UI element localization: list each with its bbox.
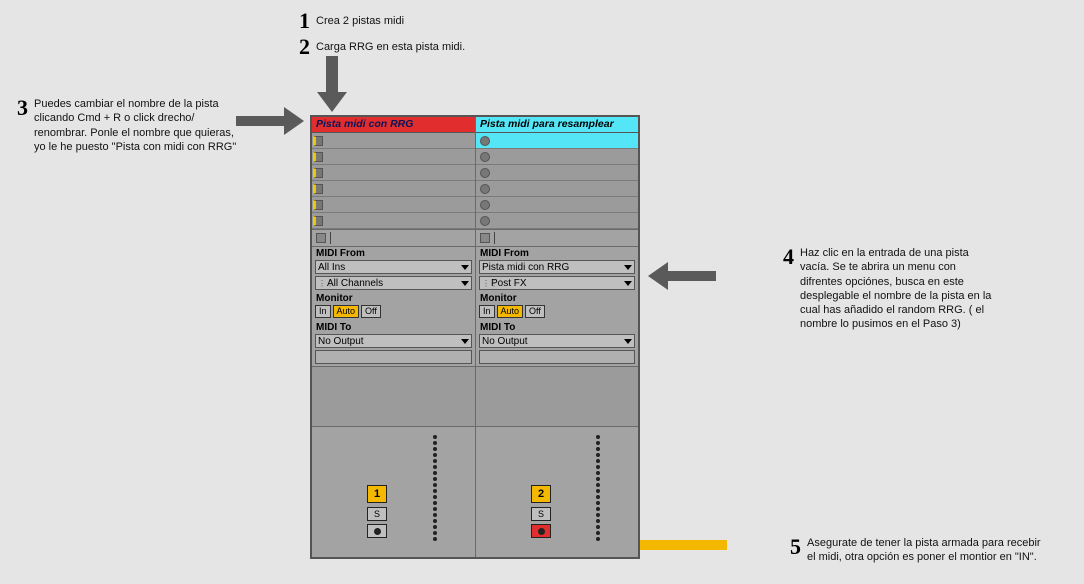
clip-slot[interactable] xyxy=(312,181,475,197)
monitor-label: Monitor xyxy=(312,292,475,305)
arrow-down-icon xyxy=(317,56,347,114)
meter-icon xyxy=(596,435,600,541)
clip-slot[interactable] xyxy=(476,197,638,213)
monitor-in-button[interactable]: In xyxy=(479,305,495,318)
step-5-text: Asegurate de tener la pista armada para … xyxy=(807,536,1050,565)
mixer-section: 2 S xyxy=(476,427,638,557)
row-divider xyxy=(312,229,475,247)
midi-from-channel-select[interactable]: ⋮⋮Post FX xyxy=(479,276,635,290)
step-2-text: Carga RRG en esta pista midi. xyxy=(316,40,465,54)
midi-to-sub-select[interactable] xyxy=(479,350,635,364)
monitor-off-button[interactable]: Off xyxy=(361,305,381,318)
arrow-left-icon xyxy=(646,262,716,290)
step-4-text: Haz clic en la entrada de una pista vací… xyxy=(800,246,993,332)
sends-area xyxy=(312,367,475,427)
clip-slot[interactable] xyxy=(476,133,638,149)
midi-to-select[interactable]: No Output xyxy=(479,334,635,348)
step-4-number: 4 xyxy=(783,246,794,268)
clip-slot[interactable] xyxy=(476,213,638,229)
meter-icon xyxy=(433,435,437,541)
midi-from-select[interactable]: All Ins xyxy=(315,260,472,274)
monitor-label: Monitor xyxy=(476,292,638,305)
step-3-number: 3 xyxy=(17,97,28,119)
mixer-section: 1 S xyxy=(312,427,475,557)
solo-button[interactable]: S xyxy=(367,507,387,521)
midi-from-channel-select[interactable]: ⋮⋮All Channels xyxy=(315,276,472,290)
step-1-text: Crea 2 pistas midi xyxy=(316,14,404,28)
monitor-auto-button[interactable]: Auto xyxy=(497,305,524,318)
monitor-off-button[interactable]: Off xyxy=(525,305,545,318)
midi-from-label: MIDI From xyxy=(476,247,638,260)
step-5-number: 5 xyxy=(790,536,801,558)
track-activator-button[interactable]: 2 xyxy=(531,485,551,503)
track-activator-button[interactable]: 1 xyxy=(367,485,387,503)
track-2: Pista midi para resamplear MIDI From Pis… xyxy=(475,117,638,557)
midi-to-select[interactable]: No Output xyxy=(315,334,472,348)
record-arm-button[interactable] xyxy=(531,524,551,538)
clip-slot[interactable] xyxy=(312,149,475,165)
clip-slot[interactable] xyxy=(476,165,638,181)
step-3-text: Puedes cambiar el nombre de la pista cli… xyxy=(34,97,237,154)
io-section: MIDI From Pista midi con RRG ⋮⋮Post FX M… xyxy=(476,247,638,367)
tracks-panel: Pista midi con RRG MIDI From All Ins ⋮⋮A… xyxy=(310,115,640,559)
midi-from-label: MIDI From xyxy=(312,247,475,260)
track-2-title[interactable]: Pista midi para resamplear xyxy=(476,117,638,133)
monitor-auto-button[interactable]: Auto xyxy=(333,305,360,318)
step-2-number: 2 xyxy=(299,36,310,58)
clip-slot[interactable] xyxy=(312,133,475,149)
step-1-number: 1 xyxy=(299,10,310,32)
record-arm-button[interactable] xyxy=(367,524,387,538)
midi-to-sub-select[interactable] xyxy=(315,350,472,364)
track-1-title[interactable]: Pista midi con RRG xyxy=(312,117,475,133)
midi-from-select[interactable]: Pista midi con RRG xyxy=(479,260,635,274)
clip-slot[interactable] xyxy=(476,181,638,197)
row-divider xyxy=(476,229,638,247)
midi-to-label: MIDI To xyxy=(312,321,475,334)
midi-to-label: MIDI To xyxy=(476,321,638,334)
clip-slot[interactable] xyxy=(312,213,475,229)
monitor-in-button[interactable]: In xyxy=(315,305,331,318)
sends-area xyxy=(476,367,638,427)
solo-button[interactable]: S xyxy=(531,507,551,521)
io-section: MIDI From All Ins ⋮⋮All Channels Monitor… xyxy=(312,247,475,367)
clip-slot[interactable] xyxy=(312,197,475,213)
clip-slot[interactable] xyxy=(476,149,638,165)
arrow-right-icon xyxy=(236,107,306,135)
clip-slot[interactable] xyxy=(312,165,475,181)
track-1: Pista midi con RRG MIDI From All Ins ⋮⋮A… xyxy=(312,117,475,557)
